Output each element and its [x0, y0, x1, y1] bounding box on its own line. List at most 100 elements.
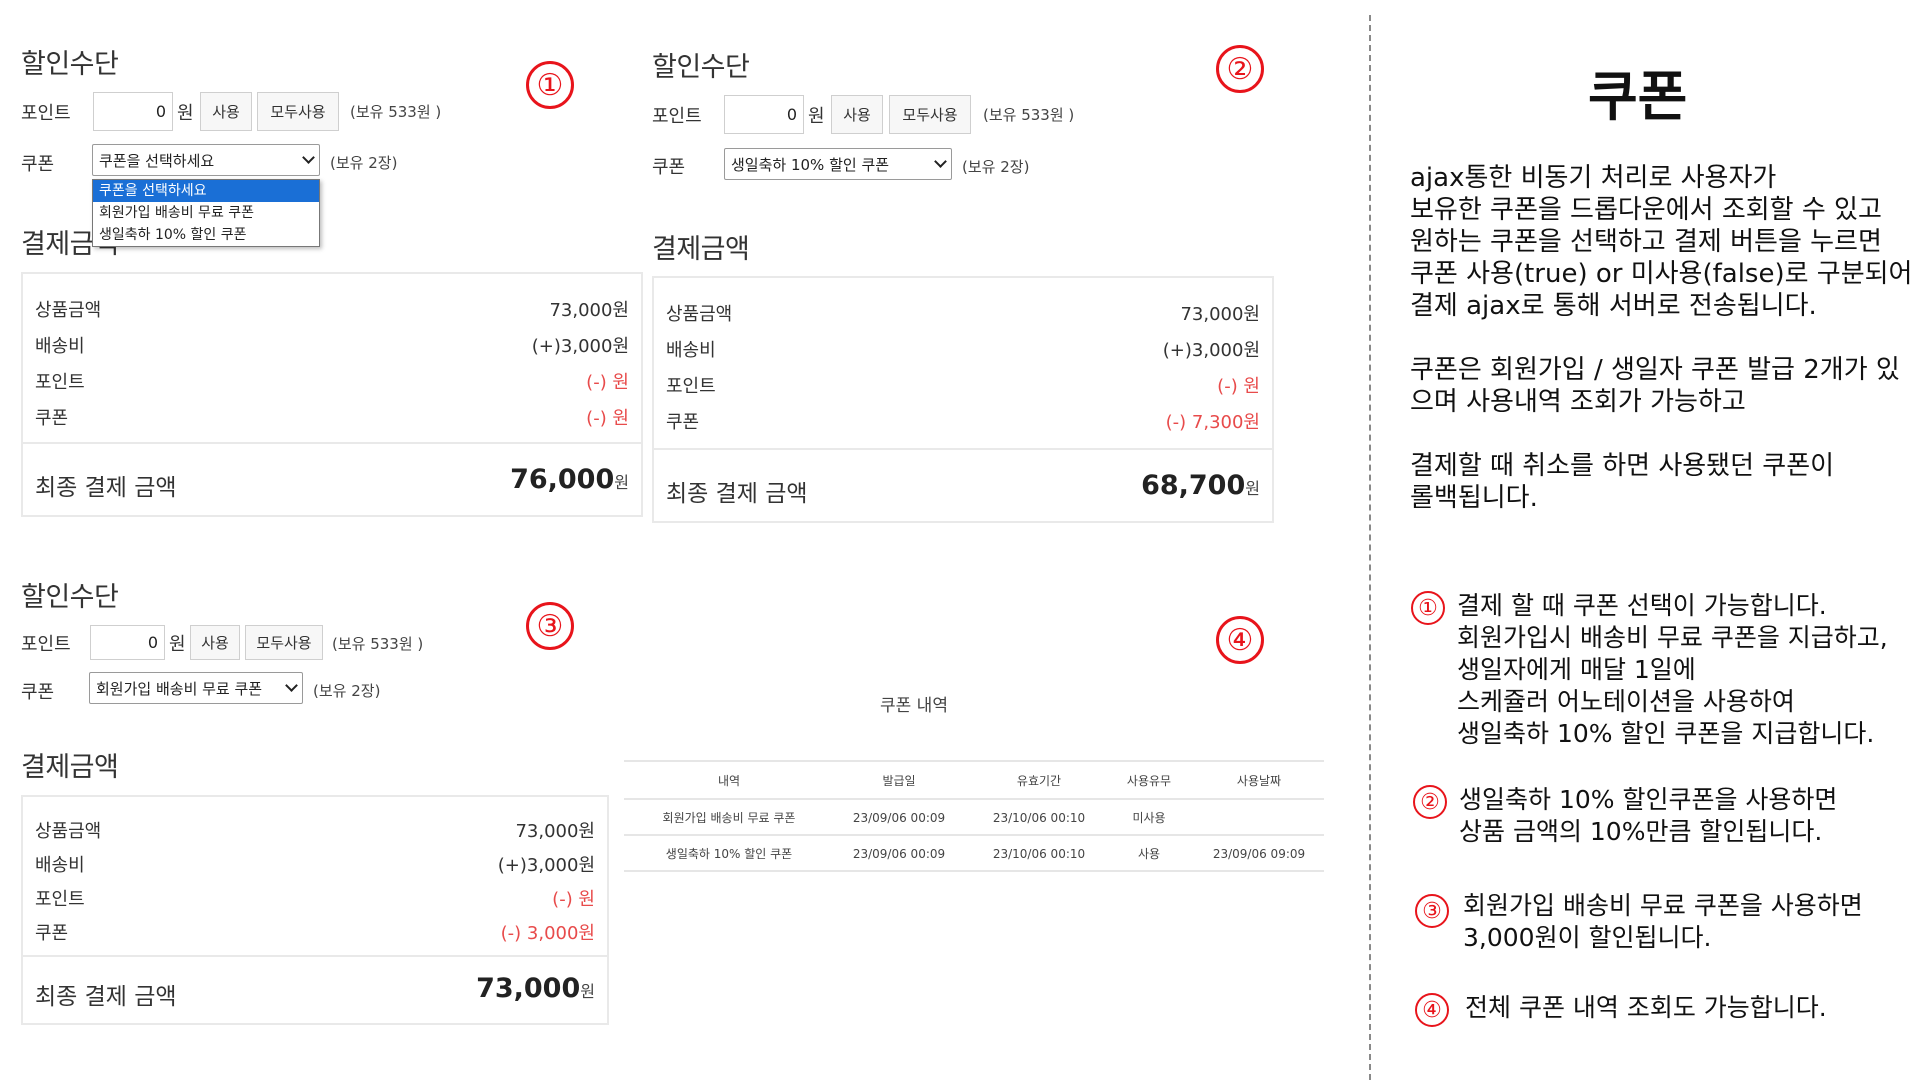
note-text-4: 전체 쿠폰 내역 조회도 가능합니다.	[1465, 993, 1827, 1022]
coupon-hold-text: (보유 2장)	[313, 682, 381, 700]
chevron-down-icon	[302, 151, 315, 164]
use-all-point-button[interactable]: 모두사용	[889, 95, 971, 134]
marker-1: ①	[526, 61, 574, 109]
point-input[interactable]	[90, 625, 165, 660]
note-marker-4: ④	[1415, 993, 1449, 1027]
table-cell	[1194, 800, 1324, 836]
coupon-dropdown: 쿠폰을 선택하세요 회원가입 배송비 무료 쿠폰 생일축하 10% 할인 쿠폰	[92, 179, 320, 247]
point-hold-text: (보유 533원 )	[350, 103, 442, 121]
summary-row: 배송비 (+)3,000원	[35, 336, 629, 357]
table-header-row: 내역 발급일 유효기간 사용유무 사용날짜	[624, 762, 1324, 800]
summary-row: 쿠폰 (-) 원	[35, 408, 629, 429]
point-hold-text: (보유 533원 )	[332, 635, 424, 653]
summary-row: 상품금액 73,000원	[35, 300, 629, 321]
table-cell: 23/10/06 00:10	[992, 847, 1086, 861]
table-cell: 23/09/06 00:09	[852, 847, 946, 861]
dropdown-option[interactable]: 생일축하 10% 할인 쿠폰	[93, 224, 319, 246]
chevron-down-icon	[934, 155, 947, 168]
won-label: 원	[808, 106, 825, 127]
note-marker-3: ③	[1415, 894, 1449, 928]
summary-row: 배송비 (+)3,000원	[666, 340, 1260, 361]
column-header: 사용유무	[1126, 774, 1172, 788]
use-all-point-button[interactable]: 모두사용	[245, 625, 323, 660]
use-point-button[interactable]: 사용	[190, 625, 240, 660]
payment-summary: 상품금액 73,000원 배송비 (+)3,000원 포인트 (-) 원 쿠폰 (-) …	[21, 272, 643, 517]
coupon-history-table: 내역 발급일 유효기간 사용유무 사용날짜 회원가입 배송비 무료 쿠폰 23/…	[624, 760, 1324, 872]
table-row: 생일축하 10% 할인 쿠폰 23/09/06 00:09 23/10/06 0…	[624, 836, 1324, 872]
summary-row: 포인트 (-) 원	[666, 376, 1260, 397]
coupon-select[interactable]: 회원가입 배송비 무료 쿠폰	[89, 672, 303, 704]
payment-title: 결제금액	[652, 234, 750, 265]
final-amount: 73,000원	[476, 973, 595, 1004]
table-row: 회원가입 배송비 무료 쿠폰 23/09/06 00:09 23/10/06 0…	[624, 800, 1324, 836]
point-label: 포인트	[21, 103, 71, 124]
divider	[654, 448, 1272, 450]
discount-title: 할인수단	[21, 582, 119, 613]
description-paragraph: 쿠폰은 회원가입 / 생일자 쿠폰 발급 2개가 있 으며 사용내역 조회가 가…	[1410, 355, 1900, 417]
coupon-select[interactable]: 생일축하 10% 할인 쿠폰	[724, 148, 952, 180]
dropdown-option[interactable]: 회원가입 배송비 무료 쿠폰	[93, 202, 319, 224]
discount-title: 할인수단	[21, 49, 119, 80]
description-title: 쿠폰	[1588, 65, 1688, 128]
won-label: 원	[169, 634, 186, 655]
coupon-select[interactable]: 쿠폰을 선택하세요	[92, 144, 320, 176]
marker-3: ③	[526, 602, 574, 650]
payment-summary: 상품금액 73,000원 배송비 (+)3,000원 포인트 (-) 원 쿠폰 (-) …	[21, 795, 609, 1025]
final-amount-label: 최종 결제 금액	[666, 481, 808, 507]
table-cell: 23/10/06 00:10	[992, 811, 1086, 825]
column-header: 내역	[717, 774, 741, 788]
summary-row: 상품금액 73,000원	[35, 821, 595, 842]
summary-row: 상품금액 73,000원	[666, 304, 1260, 325]
point-input[interactable]	[93, 92, 173, 131]
coupon-label: 쿠폰	[652, 157, 686, 178]
point-hold-text: (보유 533원 )	[983, 106, 1075, 124]
marker-2: ②	[1216, 45, 1264, 93]
table-cell: 생일축하 10% 할인 쿠폰	[665, 847, 793, 861]
final-amount-label: 최종 결제 금액	[35, 475, 177, 501]
description-paragraph: 결제할 때 취소를 하면 사용됐던 쿠폰이 롤백됩니다.	[1410, 451, 1835, 513]
point-label: 포인트	[652, 106, 702, 127]
note-marker-1: ①	[1411, 591, 1445, 625]
note-marker-2: ②	[1413, 785, 1447, 819]
won-label: 원	[177, 103, 194, 124]
panel-2: 할인수단 포인트 원 사용 모두사용 (보유 533원 ) 쿠폰 생일축하 10…	[640, 0, 1300, 540]
dashed-divider	[1369, 15, 1371, 1080]
note-text-2: 생일축하 10% 할인쿠폰을 사용하면 상품 금액의 10%만큼 할인됩니다.	[1459, 785, 1838, 846]
summary-row: 쿠폰 (-) 3,000원	[35, 923, 595, 944]
table-cell: 23/09/06 00:09	[852, 811, 946, 825]
column-header: 사용날짜	[1236, 774, 1282, 788]
summary-row: 배송비 (+)3,000원	[35, 855, 595, 876]
chevron-down-icon	[285, 679, 298, 692]
column-header: 유효기간	[1016, 774, 1062, 788]
table-cell: 사용	[1137, 847, 1161, 861]
coupon-history-title: 쿠폰 내역	[880, 696, 948, 716]
table-cell: 미사용	[1132, 811, 1166, 825]
use-point-button[interactable]: 사용	[831, 95, 883, 134]
coupon-hold-text: (보유 2장)	[330, 154, 398, 172]
payment-title: 결제금액	[21, 752, 119, 783]
note-text-3: 회원가입 배송비 무료 쿠폰을 사용하면 3,000원이 할인됩니다.	[1463, 891, 1863, 952]
discount-title: 할인수단	[652, 52, 750, 83]
final-amount: 76,000원	[510, 464, 629, 495]
summary-row: 포인트 (-) 원	[35, 889, 595, 910]
dropdown-option[interactable]: 쿠폰을 선택하세요	[93, 180, 319, 202]
coupon-select-value: 회원가입 배송비 무료 쿠폰	[96, 679, 263, 698]
use-all-point-button[interactable]: 모두사용	[257, 92, 339, 131]
final-amount-label: 최종 결제 금액	[35, 984, 177, 1010]
marker-4: ④	[1216, 616, 1264, 664]
table-cell: 회원가입 배송비 무료 쿠폰	[662, 811, 796, 825]
payment-summary: 상품금액 73,000원 배송비 (+)3,000원 포인트 (-) 원 쿠폰 (-) …	[652, 276, 1274, 523]
point-label: 포인트	[21, 634, 71, 655]
use-point-button[interactable]: 사용	[200, 92, 252, 131]
coupon-select-value: 생일축하 10% 할인 쿠폰	[731, 155, 890, 174]
coupon-label: 쿠폰	[21, 154, 55, 175]
coupon-hold-text: (보유 2장)	[962, 158, 1030, 176]
summary-row: 쿠폰 (-) 7,300원	[666, 412, 1260, 433]
point-input[interactable]	[724, 95, 804, 134]
coupon-label: 쿠폰	[21, 682, 55, 703]
description-paragraph: ajax통한 비동기 처리로 사용자가 보유한 쿠폰을 드롭다운에서 조회할 수…	[1410, 163, 1913, 321]
divider	[23, 955, 607, 957]
note-text-1: 결제 할 때 쿠폰 선택이 가능합니다. 회원가입시 배송비 무료 쿠폰을 지급…	[1457, 591, 1888, 748]
table-cell: 23/09/06 09:09	[1212, 847, 1306, 861]
column-header: 발급일	[882, 774, 916, 788]
